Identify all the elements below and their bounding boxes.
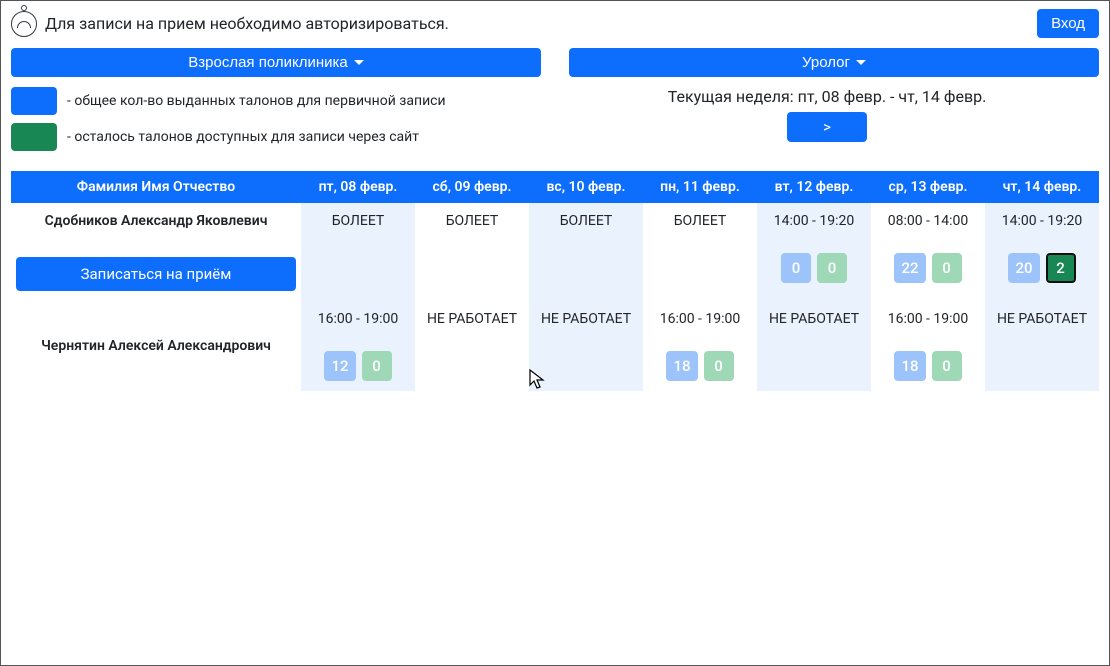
doctor-cell: Сдобников Александр Яковлевич Записаться … (11, 203, 301, 301)
issued-count: 12 (324, 351, 355, 381)
caret-down-icon (354, 60, 364, 65)
week-block: Текущая неделя: пт, 08 февр. - чт, 14 фе… (555, 87, 1099, 142)
day-cell[interactable]: 16:00 - 19:00 180 (871, 301, 985, 391)
login-button[interactable]: Вход (1037, 9, 1099, 38)
app-frame: Для записи на прием необходимо авторизир… (0, 0, 1110, 666)
time-range: 14:00 - 19:20 (989, 213, 1095, 229)
count-wrap: 00 (761, 253, 867, 283)
day-cell: НЕ РАБОТАЕТ (415, 301, 529, 391)
doctor-cell: Чернятин Алексей Александрович (11, 301, 301, 391)
top-bar-left: Для записи на прием необходимо авторизир… (11, 11, 449, 37)
available-count: 0 (932, 253, 962, 283)
next-week-button[interactable]: > (787, 112, 867, 142)
clinic-dropdown[interactable]: Взрослая поликлиника (11, 48, 541, 77)
caret-down-icon (856, 60, 866, 65)
time-range: 16:00 - 19:00 (305, 311, 411, 327)
schedule-table: Фамилия Имя Отчество пт, 08 февр. сб, 09… (11, 171, 1099, 391)
col-day-6: чт, 14 февр. (985, 171, 1099, 203)
day-cell[interactable]: 08:00 - 14:00 220 (871, 203, 985, 301)
day-cell[interactable]: 16:00 - 19:00 120 (301, 301, 415, 391)
specialty-dropdown-label: Уролог (802, 54, 850, 71)
col-day-5: ср, 13 февр. (871, 171, 985, 203)
swatch-green (11, 123, 57, 151)
col-day-4: вт, 12 февр. (757, 171, 871, 203)
col-day-1: сб, 09 февр. (415, 171, 529, 203)
day-cell[interactable]: 14:00 - 19:20 202 (985, 203, 1099, 301)
issued-count: 22 (894, 253, 925, 283)
day-cell: НЕ РАБОТАЕТ (529, 301, 643, 391)
day-cell: БОЛЕЕТ (301, 203, 415, 301)
status-text: БОЛЕЕТ (305, 213, 411, 229)
issued-count: 20 (1008, 253, 1039, 283)
status-text: НЕ РАБОТАЕТ (419, 311, 525, 327)
user-icon (11, 11, 37, 37)
table-body: Сдобников Александр Яковлевич Записаться … (11, 203, 1099, 391)
time-range: 08:00 - 14:00 (875, 213, 981, 229)
day-cell: БОЛЕЕТ (415, 203, 529, 301)
col-day-3: пн, 11 февр. (643, 171, 757, 203)
clinic-dropdown-label: Взрослая поликлиника (188, 54, 347, 71)
legend-week-row: - общее кол-во выданных талонов для перв… (11, 87, 1099, 159)
count-wrap: 220 (875, 253, 981, 283)
day-cell: НЕ РАБОТАЕТ (757, 301, 871, 391)
available-count[interactable]: 2 (1046, 253, 1076, 283)
current-week-label: Текущая неделя: пт, 08 февр. - чт, 14 фе… (555, 87, 1099, 106)
status-text: БОЛЕЕТ (533, 213, 639, 229)
table-header-row: Фамилия Имя Отчество пт, 08 февр. сб, 09… (11, 171, 1099, 203)
legend-block: - общее кол-во выданных талонов для перв… (11, 87, 555, 159)
table-row: Чернятин Алексей Александрович16:00 - 19… (11, 301, 1099, 391)
available-count: 0 (704, 351, 734, 381)
col-day-0: пт, 08 февр. (301, 171, 415, 203)
count-wrap: 202 (989, 253, 1095, 283)
day-cell: НЕ РАБОТАЕТ (985, 301, 1099, 391)
count-wrap: 120 (305, 351, 411, 381)
available-count: 0 (932, 351, 962, 381)
day-cell: БОЛЕЕТ (529, 203, 643, 301)
available-count: 0 (362, 351, 392, 381)
status-text: НЕ РАБОТАЕТ (533, 311, 639, 327)
time-range: 16:00 - 19:00 (647, 311, 753, 327)
time-range: 16:00 - 19:00 (875, 311, 981, 327)
swatch-blue (11, 87, 57, 115)
legend-available-label: - осталось талонов доступных для записи … (67, 129, 419, 145)
available-count: 0 (817, 253, 847, 283)
status-text: БОЛЕЕТ (419, 213, 525, 229)
day-cell: БОЛЕЕТ (643, 203, 757, 301)
status-text: НЕ РАБОТАЕТ (989, 311, 1095, 327)
time-range: 14:00 - 19:20 (761, 213, 867, 229)
legend-issued-label: - общее кол-во выданных талонов для перв… (67, 93, 446, 109)
status-text: БОЛЕЕТ (647, 213, 753, 229)
top-bar: Для записи на прием необходимо авторизир… (11, 9, 1099, 38)
specialty-dropdown[interactable]: Уролог (569, 48, 1099, 77)
col-name: Фамилия Имя Отчество (11, 171, 301, 203)
count-wrap: 180 (875, 351, 981, 381)
status-text: НЕ РАБОТАЕТ (761, 311, 867, 327)
doctor-name: Сдобников Александр Яковлевич (15, 213, 297, 229)
legend-available: - осталось талонов доступных для записи … (11, 123, 555, 151)
book-button[interactable]: Записаться на приём (16, 257, 296, 291)
day-cell[interactable]: 16:00 - 19:00 180 (643, 301, 757, 391)
auth-notice: Для записи на прием необходимо авторизир… (45, 14, 449, 33)
issued-count: 18 (666, 351, 697, 381)
doctor-name: Чернятин Алексей Александрович (15, 338, 297, 354)
filter-row: Взрослая поликлиника Уролог (11, 48, 1099, 77)
issued-count: 18 (894, 351, 925, 381)
count-wrap: 180 (647, 351, 753, 381)
table-row: Сдобников Александр Яковлевич Записаться … (11, 203, 1099, 301)
legend-issued: - общее кол-во выданных талонов для перв… (11, 87, 555, 115)
col-day-2: вс, 10 февр. (529, 171, 643, 203)
day-cell[interactable]: 14:00 - 19:20 00 (757, 203, 871, 301)
issued-count: 0 (781, 253, 811, 283)
